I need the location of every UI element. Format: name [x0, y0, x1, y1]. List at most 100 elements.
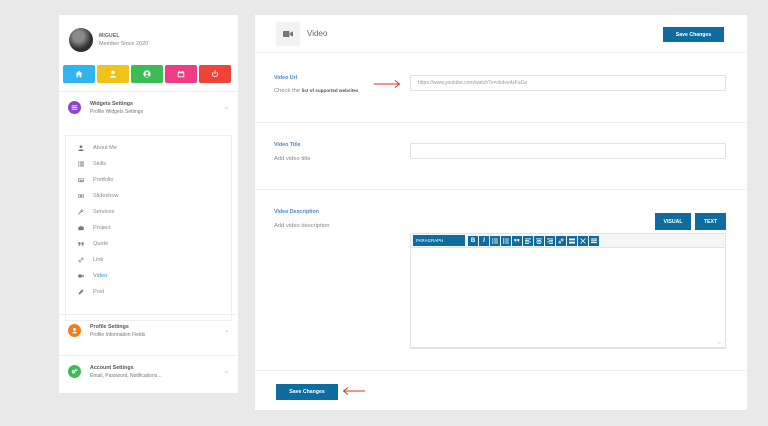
sidebar-item-services[interactable]: Services: [77, 208, 114, 215]
video-title-help: Add video title: [274, 156, 311, 162]
divider: [255, 189, 747, 190]
chevron-down-icon: ⌄: [223, 369, 230, 375]
power-icon: [211, 70, 219, 78]
link-icon: [558, 237, 564, 244]
section-title: Profile Settings: [90, 323, 129, 330]
section-subtitle: Profile Widgets Settings: [90, 108, 144, 115]
align-right-button[interactable]: [545, 235, 555, 246]
text-tab[interactable]: TEXT: [695, 213, 726, 230]
user-button[interactable]: [97, 65, 129, 83]
sidebar-item-skills[interactable]: Skills: [77, 160, 106, 167]
sidebar-item-label: Video: [93, 272, 108, 279]
fullscreen-button[interactable]: [578, 235, 588, 246]
align-center-icon: [536, 238, 542, 244]
bullet-list-icon: [492, 238, 498, 243]
help-text: Check the: [274, 88, 301, 94]
section-subtitle: Profile Information Fields: [90, 331, 146, 338]
supported-websites-link[interactable]: list of supported websites: [302, 88, 359, 93]
avatar[interactable]: [69, 28, 93, 52]
sidebar-item-label: Portfolio: [93, 176, 114, 183]
calendar-button[interactable]: [165, 65, 197, 83]
list-icon: [68, 101, 81, 114]
briefcase-icon: [77, 224, 84, 231]
kitchen-sink-icon: [591, 238, 597, 243]
italic-button[interactable]: I: [479, 235, 489, 246]
video-description-label: Video Description: [274, 209, 319, 215]
calendar-icon: [177, 70, 185, 78]
user-circle-icon: [143, 70, 151, 78]
video-icon: [276, 22, 300, 46]
section-widgets-settings[interactable]: Widgets Settings Profile Widgets Setting…: [59, 91, 238, 123]
quote-icon: [77, 240, 84, 247]
sidebar-item-label: Project: [93, 224, 111, 231]
section-account-settings[interactable]: Account Settings Email, Password, Notifi…: [59, 355, 238, 387]
quick-actions: [63, 65, 231, 83]
visual-tab[interactable]: VISUAL: [655, 213, 691, 230]
save-changes-button[interactable]: Save Changes: [663, 27, 724, 42]
sidebar-item-project[interactable]: Project: [77, 224, 110, 231]
resize-handle-icon[interactable]: ∟: [717, 340, 722, 346]
sidebar-item-quote[interactable]: Quote: [77, 240, 108, 247]
video-url-help: Check the list of supported websites: [274, 88, 358, 94]
blockquote-button[interactable]: [512, 235, 522, 246]
panel-footer: Save Changes: [255, 370, 747, 410]
editor-statusbar: ∟: [410, 339, 726, 349]
video-title-input[interactable]: [410, 143, 726, 159]
slideshow-icon: [77, 192, 84, 199]
video-title-label: Video Title: [274, 142, 301, 148]
user-icon: [109, 70, 117, 78]
pencil-icon: [77, 288, 84, 295]
home-button[interactable]: [63, 65, 95, 83]
portfolio-icon: [77, 176, 84, 183]
sidebar-item-label: Services: [93, 208, 115, 215]
align-center-button[interactable]: [534, 235, 544, 246]
sidebar-item-link[interactable]: Link: [77, 256, 103, 263]
panel-header: Video Save Changes: [255, 15, 747, 53]
align-right-icon: [547, 238, 553, 244]
link-icon: [77, 256, 84, 263]
video-settings-panel: Video Save Changes Video Url Check the l…: [255, 15, 747, 410]
sidebar-item-video[interactable]: Video: [77, 272, 107, 279]
read-more-button[interactable]: [567, 235, 577, 246]
widget-submenu: About Me Skills Portfolio Slideshow Serv…: [65, 135, 232, 321]
arrow-right-icon: [374, 80, 401, 88]
sidebar-item-label: Post: [93, 288, 105, 295]
save-changes-button[interactable]: Save Changes: [276, 384, 338, 400]
fullscreen-icon: [580, 237, 586, 244]
sidebar-item-label: Quote: [93, 240, 109, 247]
quote-icon: [514, 238, 520, 243]
sidebar-item-about-me[interactable]: About Me: [77, 144, 117, 151]
chevron-down-icon: ⌄: [223, 105, 230, 111]
bold-button[interactable]: B: [468, 235, 478, 246]
video-url-input[interactable]: https://www.youtube.com/watch?v=okdvo4zF…: [410, 75, 726, 91]
insert-link-button[interactable]: [556, 235, 566, 246]
paragraph-format-select[interactable]: PARAGRAPH: [413, 235, 465, 246]
profile-name: MIGUEL: [99, 33, 120, 39]
align-left-button[interactable]: [523, 235, 533, 246]
page-title: Video: [307, 29, 328, 38]
home-icon: [75, 70, 83, 78]
sidebar-item-post[interactable]: Post: [77, 288, 104, 295]
description-editor[interactable]: [410, 248, 726, 348]
user-icon: [77, 144, 84, 151]
sidebar-item-portfolio[interactable]: Portfolio: [77, 176, 114, 183]
align-left-icon: [525, 238, 531, 244]
toolbar-toggle-button[interactable]: [589, 235, 599, 246]
video-icon: [77, 272, 84, 279]
video-description-help: Add video description: [274, 223, 330, 229]
arrow-left-icon: [342, 387, 365, 395]
section-subtitle: Email, Password, Notifications...: [90, 372, 162, 379]
logout-button[interactable]: [199, 65, 231, 83]
numbered-list-icon: [503, 237, 509, 244]
wrench-icon: [77, 208, 84, 215]
divider: [255, 122, 747, 123]
video-url-label: Video Url: [274, 75, 298, 81]
member-since: Member Since 2020: [99, 41, 149, 47]
section-title: Widgets Settings: [90, 100, 133, 107]
sidebar-item-slideshow[interactable]: Slideshow: [77, 192, 119, 199]
section-profile-settings[interactable]: Profile Settings Profile Information Fie…: [59, 314, 238, 346]
account-button[interactable]: [131, 65, 163, 83]
bullet-list-button[interactable]: [490, 235, 500, 246]
gears-icon: [68, 365, 81, 378]
numbered-list-button[interactable]: [501, 235, 511, 246]
